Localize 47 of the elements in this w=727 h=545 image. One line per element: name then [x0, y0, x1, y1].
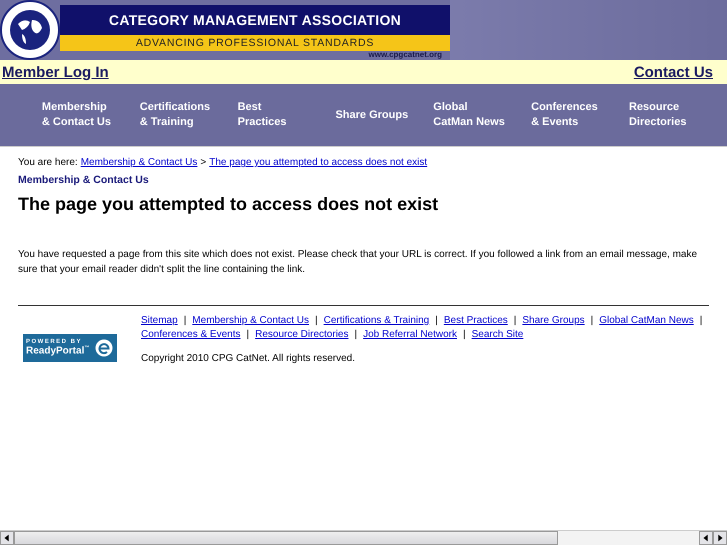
nav-link[interactable]: Best Practices: [238, 100, 312, 130]
nav-link[interactable]: Conferences & Events: [531, 100, 606, 130]
footer-link[interactable]: Global CatMan News: [599, 314, 694, 328]
site-url: www.cpgcatnet.org: [368, 50, 442, 59]
badge-name: ReadyPortal$^{™}$: [26, 345, 90, 357]
contact-us-link[interactable]: Contact Us: [634, 64, 713, 80]
e-logo-icon: [94, 338, 114, 358]
scrollbar-thumb[interactable]: [14, 531, 558, 545]
error-message: You have requested a page from this site which does not exist. Please check that your URL is correct. If you followed a link from an email message, make sure that your email reader didn't split the line containing the link.: [18, 248, 698, 277]
globe-logo-icon: [0, 0, 60, 60]
link-separator: |: [514, 314, 516, 328]
footer-link[interactable]: Resource Directories: [255, 328, 348, 342]
section-title: Membership & Contact Us: [18, 174, 150, 186]
link-separator: |: [463, 328, 466, 342]
footer-link[interactable]: Search Site: [472, 328, 524, 342]
nav-link[interactable]: Resource Directories: [628, 100, 703, 130]
footer-link[interactable]: Share Groups: [522, 314, 585, 328]
nav-link[interactable]: Membership & Contact Us: [42, 100, 116, 130]
footer-link[interactable]: Certifications & Training: [324, 314, 430, 328]
breadcrumb-link[interactable]: Membership & Contact Us: [80, 157, 198, 168]
link-separator: |: [590, 314, 594, 328]
link-separator: |: [184, 314, 186, 328]
nav-link[interactable]: Share Groups: [335, 108, 410, 122]
nav-link[interactable]: Certifications & Training: [140, 100, 214, 130]
member-login-link[interactable]: Member Log In: [2, 64, 109, 80]
scroll-right-icon[interactable]: [713, 531, 727, 545]
scroll-left-icon[interactable]: [0, 531, 14, 545]
scroll-left-icon[interactable]: [699, 531, 713, 545]
breadcrumb-link[interactable]: The page you attempted to access does not exist: [209, 157, 428, 168]
page-heading: The page you attempted to access does not exist: [18, 194, 440, 215]
link-separator: |: [435, 314, 438, 328]
link-separator: |: [700, 314, 702, 328]
tagline: ADVANCING PROFESSIONAL STANDARDS: [136, 37, 374, 49]
breadcrumb-separator: >: [200, 157, 206, 168]
link-separator: |: [315, 314, 318, 328]
link-separator: |: [246, 328, 250, 342]
breadcrumb-label: You are here:: [18, 157, 78, 168]
footer-link[interactable]: Job Referral Network: [363, 328, 458, 342]
footer-link[interactable]: Best Practices: [444, 314, 508, 328]
footer-link[interactable]: Membership & Contact Us: [192, 314, 310, 328]
link-separator: |: [354, 328, 358, 342]
nav-link[interactable]: Global CatMan News: [433, 100, 508, 130]
copyright-text: Copyright 2010 CPG CatNet. All rights reserved.: [141, 353, 356, 364]
association-title: CATEGORY MANAGEMENT ASSOCIATION: [108, 12, 402, 28]
footer-link[interactable]: Sitemap: [141, 314, 178, 328]
horizontal-scrollbar[interactable]: [0, 530, 727, 545]
footer-link[interactable]: Conferences & Events: [141, 328, 240, 342]
